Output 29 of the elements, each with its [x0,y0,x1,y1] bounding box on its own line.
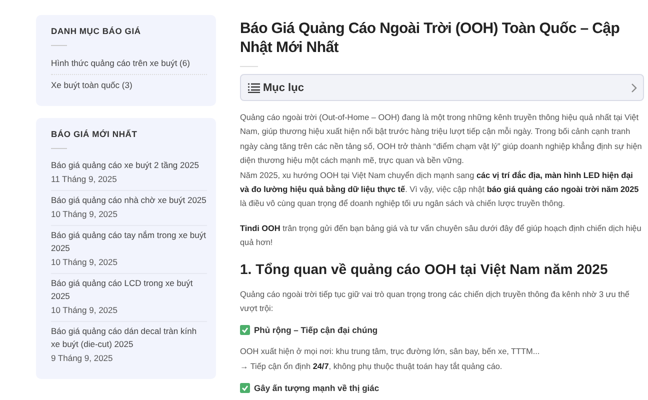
feature-heading: Gây ấn tượng mạnh về thị giác [254,383,380,394]
chevron-icon [631,82,637,92]
post-date: 10 Tháng 9, 2025 [51,208,118,221]
post-date: 10 Tháng 9, 2025 [51,256,118,269]
post-link[interactable]: Báo giá quảng cáo dán decal tràn kính xe buýt (die-cut) 2025 [51,325,207,351]
category-link[interactable]: Hình thức quảng cáo trên xe buýt (6) [51,57,207,70]
post-link[interactable]: Báo giá quảng cáo xe buýt 2 tầng 2025 [51,159,199,172]
feature-heading: Phủ rộng – Tiếp cận đại chúng [254,325,378,336]
category-link[interactable]: Xe buýt toàn quốc (3) [51,79,207,92]
check-icon [240,383,250,394]
widget-title: DANH MỤC BÁO GIÁ [51,26,142,36]
check-icon [240,325,250,336]
paragraph: Quảng cáo ngoài trời (Out-of-Home – OOH) đang là một trong những kênh truyền thông hiệu quả nhất tại Việt Nam, giúp thương hiệu xuất hiện nổi bật trước hàng triệu lượt tiếp cận mỗi ngày. Trong bối cảnh cạnh tranh ngày càng tăng trên các nền tảng số, OOH trở thành “điểm chạm vật lý” giúp doanh nghiệp khẳng định sự hiện diện thương hiệu một cách mạnh mẽ, trực quan và bền vững. [240,112,643,168]
post-date: 9 Tháng 9, 2025 [51,352,113,365]
article-title: Báo Giá Quảng Cáo Ngoài Trời (OOH) Toàn Quốc – Cập Nhật Mới Nhất [240,19,621,57]
post-date: 11 Tháng 9, 2025 [51,173,117,186]
list-icon [248,82,260,92]
post-link[interactable]: Báo giá quảng cáo nhà chờ xe buýt 2025 [51,194,206,207]
post-link[interactable]: Báo giá quảng cáo tay nắm trong xe buýt 2025 [51,229,207,255]
post-date: 10 Tháng 9, 2025 [51,304,118,317]
paragraph: OOH xuất hiện ở mọi nơi: khu trung tâm, trục đường lớn, sân bay, bến xe, TTTM... [240,346,541,358]
section-heading: 1. Tổng quan về quảng cáo OOH tại Việt Nam năm 2025 [240,260,609,278]
widget-title: BÁO GIÁ MỚI NHẤT [51,129,138,139]
paragraph: → Tiếp cận ổn định 24/7, không phụ thuộc thuật toán hay tắt quảng cáo. [240,360,504,373]
paragraph: Quảng cáo ngoài trời tiếp tục giữ vai trò quan trọng trong các chiến dịch truyền thông đa kênh nhờ 3 ưu thế vượt trội: [240,288,630,316]
paragraph: Tindi OOH trân trọng gửi đến bạn bảng giá và tư vấn chuyên sâu dưới đây để giúp hoạch định chiến dịch hiệu quả hơn! [240,222,642,250]
post-link[interactable]: Báo giá quảng cáo LCD trong xe buýt 2025 [51,277,207,303]
table-of-contents-toggle[interactable]: Mục lục [240,74,644,101]
paragraph: Năm 2025, xu hướng OOH tại Việt Nam chuyển dịch mạnh sang các vị trí đắc địa, màn hình LED hiện đại và đo lường hiệu quả bằng dữ liệu thực tế. Vì vậy, việc cập nhật báo giá quảng cáo ngoài trời năm 2025 là điều vô cùng quan trọng để doanh nghiệp tối ưu ngân sách và chiến lược truyền thông. [240,170,640,210]
